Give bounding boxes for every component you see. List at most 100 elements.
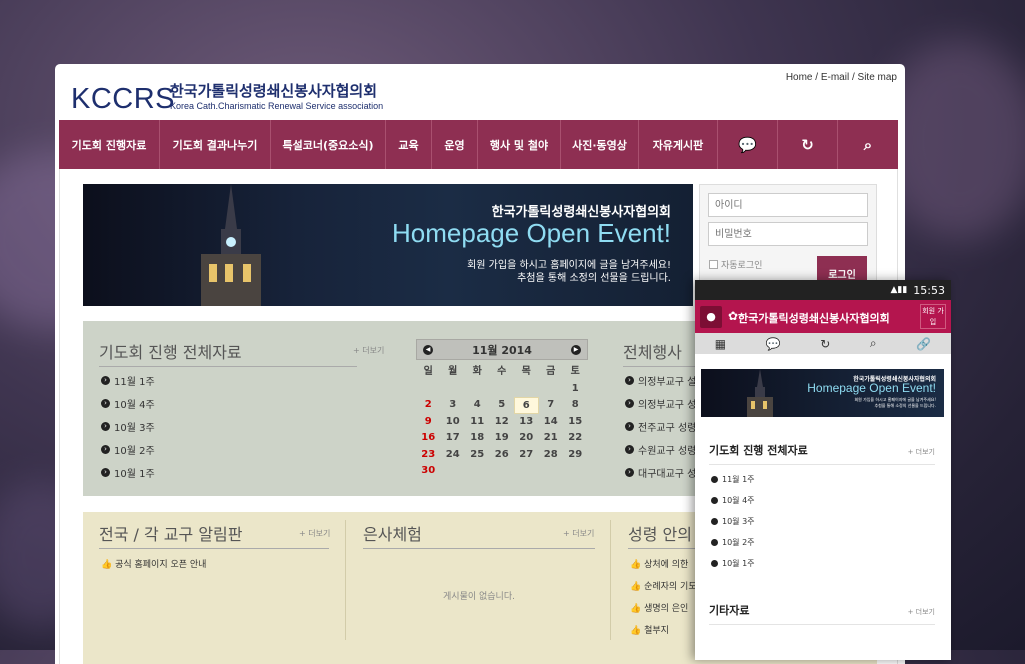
list-item[interactable]: 👍 순례자의 기도	[630, 579, 697, 592]
sitemap-link[interactable]: Site map	[858, 72, 897, 83]
autologin-checkbox[interactable]: 자동로그인	[709, 258, 762, 271]
list-item[interactable]: 10월 4주	[711, 495, 755, 506]
mobile-more-link[interactable]: + 더보기	[908, 607, 935, 617]
calendar-day[interactable]: 21	[539, 430, 564, 447]
calendar-day[interactable]: 24	[441, 447, 466, 464]
logo[interactable]: KCCRS	[71, 83, 175, 116]
email-link[interactable]: E-mail	[821, 72, 849, 83]
chevron-right-icon: ›	[101, 445, 110, 454]
calendar-day[interactable]: 1	[563, 381, 588, 398]
list-item[interactable]: 10월 3주	[711, 516, 755, 527]
nav-item-media[interactable]: 사진·동영상	[561, 120, 639, 169]
password-input[interactable]	[708, 222, 868, 246]
list-item[interactable]: 👍 생명의 은인	[630, 601, 688, 614]
event-banner[interactable]: 한국가톨릭성령쇄신봉사자협의회 Homepage Open Event! 회원 …	[83, 184, 693, 306]
nav-item-prayer-sharing[interactable]: 기도회 결과나누기	[160, 120, 271, 169]
prev-month-icon[interactable]: ◀	[423, 344, 433, 355]
list-item[interactable]: › 10월 3주	[101, 419, 155, 434]
calendar-day[interactable]: 29	[563, 447, 588, 464]
list-item[interactable]: 10월 2주	[711, 537, 755, 548]
calendar-day[interactable]: 26	[490, 447, 515, 464]
calendar-day[interactable]: 13	[514, 414, 539, 431]
list-item[interactable]: › 수원교구 성령	[625, 442, 696, 457]
calendar-day[interactable]: 3	[441, 397, 466, 414]
calendar-month: 11월 2014	[472, 343, 532, 357]
calendar-day[interactable]: 30	[416, 463, 441, 480]
refresh-icon[interactable]: ↻	[820, 337, 830, 351]
list-item[interactable]: › 대구대교구 성	[625, 465, 696, 480]
mobile-section1-title: 기도회 진행 전체자료	[709, 442, 935, 465]
calendar-day[interactable]: 8	[563, 397, 588, 414]
nav-item-prayer-materials[interactable]: 기도회 진행자료	[59, 120, 160, 169]
chevron-right-icon	[711, 497, 718, 504]
prayer-more-link[interactable]: + 더보기	[353, 345, 384, 356]
calendar-day[interactable]: 10	[441, 414, 466, 431]
list-item[interactable]: 👍 상처에 의한	[630, 557, 688, 570]
mobile-banner[interactable]: 한국가톨릭성령쇄신봉사자협의회 Homepage Open Event! 회원 …	[701, 369, 944, 417]
list-item[interactable]: 11월 1주	[711, 474, 755, 485]
calendar-day[interactable]: 23	[416, 447, 441, 464]
mobile-more-link[interactable]: + 더보기	[908, 447, 935, 457]
list-item[interactable]: › 10월 2주	[101, 442, 155, 457]
calendar-day[interactable]: 15	[563, 414, 588, 431]
gift-more-link[interactable]: + 더보기	[563, 528, 594, 539]
calendar-day[interactable]: 7	[539, 397, 564, 414]
list-item[interactable]: › 10월 4주	[101, 396, 155, 411]
list-item[interactable]: › 의정부교구 성	[625, 396, 696, 411]
calendar-day[interactable]: 28	[539, 447, 564, 464]
nav-item-special-corner[interactable]: 특설코너(중요소식)	[271, 120, 386, 169]
divider	[345, 520, 346, 640]
list-item-label: 수원교구 성령	[638, 446, 697, 457]
chat-icon[interactable]: 💬	[766, 337, 781, 351]
nav-item-events[interactable]: 행사 및 철야	[478, 120, 561, 169]
calendar-day[interactable]: 5	[490, 397, 515, 414]
calendar-empty-cell	[441, 381, 466, 398]
calendar-day[interactable]: 2	[416, 397, 441, 414]
link-icon[interactable]: 🔗	[916, 337, 931, 351]
list-item[interactable]: 👍 철부지	[630, 623, 669, 636]
list-item[interactable]: › 의정부교구 설	[625, 373, 696, 388]
search-icon[interactable]: ⌕	[838, 120, 898, 169]
list-item[interactable]: 10월 1주	[711, 558, 755, 569]
list-item[interactable]: › 11월 1주	[101, 373, 155, 388]
calendar-day[interactable]: 9	[416, 414, 441, 431]
list-item[interactable]: › 전주교구 성령	[625, 419, 696, 434]
calendar-day[interactable]: 27	[514, 447, 539, 464]
calendar-day[interactable]: 17	[441, 430, 466, 447]
calendar-day[interactable]: 19	[490, 430, 515, 447]
calendar-day[interactable]: 25	[465, 447, 490, 464]
calendar-empty-cell	[539, 381, 564, 398]
next-month-icon[interactable]: ▶	[571, 344, 581, 355]
search-icon[interactable]: ⌕	[870, 336, 877, 351]
calendar-day[interactable]: 20	[514, 430, 539, 447]
list-item-label: 상처에 의한	[644, 560, 689, 570]
calendar-day[interactable]: 22	[563, 430, 588, 447]
calendar-day[interactable]: 6	[514, 397, 539, 414]
user-icon[interactable]: ●	[700, 306, 722, 328]
id-input[interactable]	[708, 193, 868, 217]
nav-item-free-board[interactable]: 자유게시판	[639, 120, 718, 169]
home-link[interactable]: Home	[786, 72, 813, 83]
calendar-grid: 일 월 화 수 목 금 토 1 2 3 4 5 6 7 8 9 10 11 12 13 14 15 16 17 18 19 20 21…	[416, 364, 588, 480]
notice-more-link[interactable]: + 더보기	[299, 528, 330, 539]
nav-item-operation[interactable]: 운영	[432, 120, 478, 169]
calendar-day[interactable]: 12	[490, 414, 515, 431]
chevron-right-icon: ›	[625, 376, 634, 385]
thumbs-up-icon: 👍	[101, 560, 116, 570]
gift-section-title: 은사체험	[363, 521, 595, 549]
list-item-label: 10월 2주	[114, 446, 155, 457]
join-button[interactable]: 회원 가입	[920, 304, 946, 329]
calendar-empty-cell	[416, 381, 441, 398]
nav-item-education[interactable]: 교육	[386, 120, 432, 169]
list-item[interactable]: › 10월 1주	[101, 465, 155, 480]
calendar-day[interactable]: 18	[465, 430, 490, 447]
refresh-icon[interactable]: ↻	[778, 120, 838, 169]
calendar-day[interactable]: 16	[416, 430, 441, 447]
calendar-day[interactable]: 14	[539, 414, 564, 431]
grid-icon[interactable]: ▦	[715, 337, 726, 351]
calendar-day[interactable]: 4	[465, 397, 490, 414]
calendar-day[interactable]: 11	[465, 414, 490, 431]
list-item[interactable]: 👍 공식 홈페이지 오픈 안내	[101, 557, 206, 570]
chat-icon[interactable]: 💬	[718, 120, 778, 169]
calendar-empty-cell	[490, 381, 515, 398]
